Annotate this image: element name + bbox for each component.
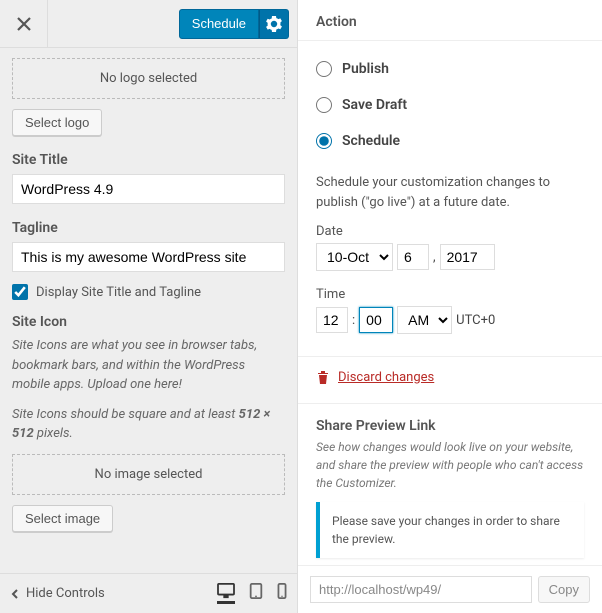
site-title-input[interactable] xyxy=(12,174,285,204)
hide-controls-button[interactable]: Hide Controls xyxy=(10,586,105,601)
desktop-preview-icon[interactable] xyxy=(217,583,235,604)
radio-publish[interactable]: Publish xyxy=(316,51,584,87)
logo-dropzone: No logo selected xyxy=(12,58,285,99)
date-label: Date xyxy=(316,224,584,239)
share-info-notice: Please save your changes in order to sha… xyxy=(316,502,584,558)
time-label: Time xyxy=(316,287,584,302)
site-title-label: Site Title xyxy=(12,152,285,168)
radio-save-draft-input[interactable] xyxy=(316,97,332,113)
radio-save-draft-label: Save Draft xyxy=(342,97,407,113)
share-preview-title: Share Preview Link xyxy=(316,418,584,434)
display-title-checkbox-label: Display Site Title and Tagline xyxy=(36,285,201,300)
preview-url-input[interactable] xyxy=(310,576,532,603)
select-logo-button[interactable]: Select logo xyxy=(12,109,102,136)
radio-publish-label: Publish xyxy=(342,61,389,77)
ampm-select[interactable]: AM xyxy=(397,306,452,334)
radio-save-draft[interactable]: Save Draft xyxy=(316,87,584,123)
phone-preview-icon[interactable] xyxy=(277,583,287,604)
site-icon-dropzone: No image selected xyxy=(12,454,285,495)
display-title-checkbox-row[interactable]: Display Site Title and Tagline xyxy=(12,284,285,300)
share-preview-desc: See how changes would look live on your … xyxy=(316,438,584,492)
site-icon-desc-1: Site Icons are what you see in browser t… xyxy=(12,336,285,395)
minute-input[interactable] xyxy=(359,307,393,333)
hide-controls-label: Hide Controls xyxy=(26,586,105,601)
tagline-input[interactable] xyxy=(12,242,285,272)
year-input[interactable] xyxy=(440,244,495,270)
month-select[interactable]: 10-Oct xyxy=(316,243,393,271)
timezone-label: UTC+0 xyxy=(456,313,495,328)
settings-gear-button[interactable] xyxy=(259,9,289,39)
display-title-checkbox[interactable] xyxy=(12,284,28,300)
select-image-button[interactable]: Select image xyxy=(12,505,113,532)
trash-icon xyxy=(316,369,330,385)
hour-input[interactable] xyxy=(316,307,348,333)
time-colon: : xyxy=(352,313,355,328)
action-header: Action xyxy=(298,0,602,41)
schedule-button[interactable]: Schedule xyxy=(179,9,259,39)
tagline-label: Tagline xyxy=(12,220,285,236)
radio-schedule[interactable]: Schedule xyxy=(316,123,584,159)
site-icon-desc-2: Site Icons should be square and at least… xyxy=(12,405,285,444)
date-comma: , xyxy=(433,250,436,265)
copy-button[interactable]: Copy xyxy=(538,576,590,603)
schedule-description: Schedule your customization changes to p… xyxy=(298,173,602,218)
site-icon-label: Site Icon xyxy=(12,314,285,330)
tablet-preview-icon[interactable] xyxy=(249,583,263,604)
radio-schedule-input[interactable] xyxy=(316,133,332,149)
radio-schedule-label: Schedule xyxy=(342,133,400,149)
close-button[interactable] xyxy=(0,0,48,48)
radio-publish-input[interactable] xyxy=(316,61,332,77)
chevron-left-icon xyxy=(10,589,20,599)
day-input[interactable] xyxy=(397,244,429,270)
gear-icon xyxy=(266,16,282,32)
discard-changes-link[interactable]: Discard changes xyxy=(338,370,434,385)
